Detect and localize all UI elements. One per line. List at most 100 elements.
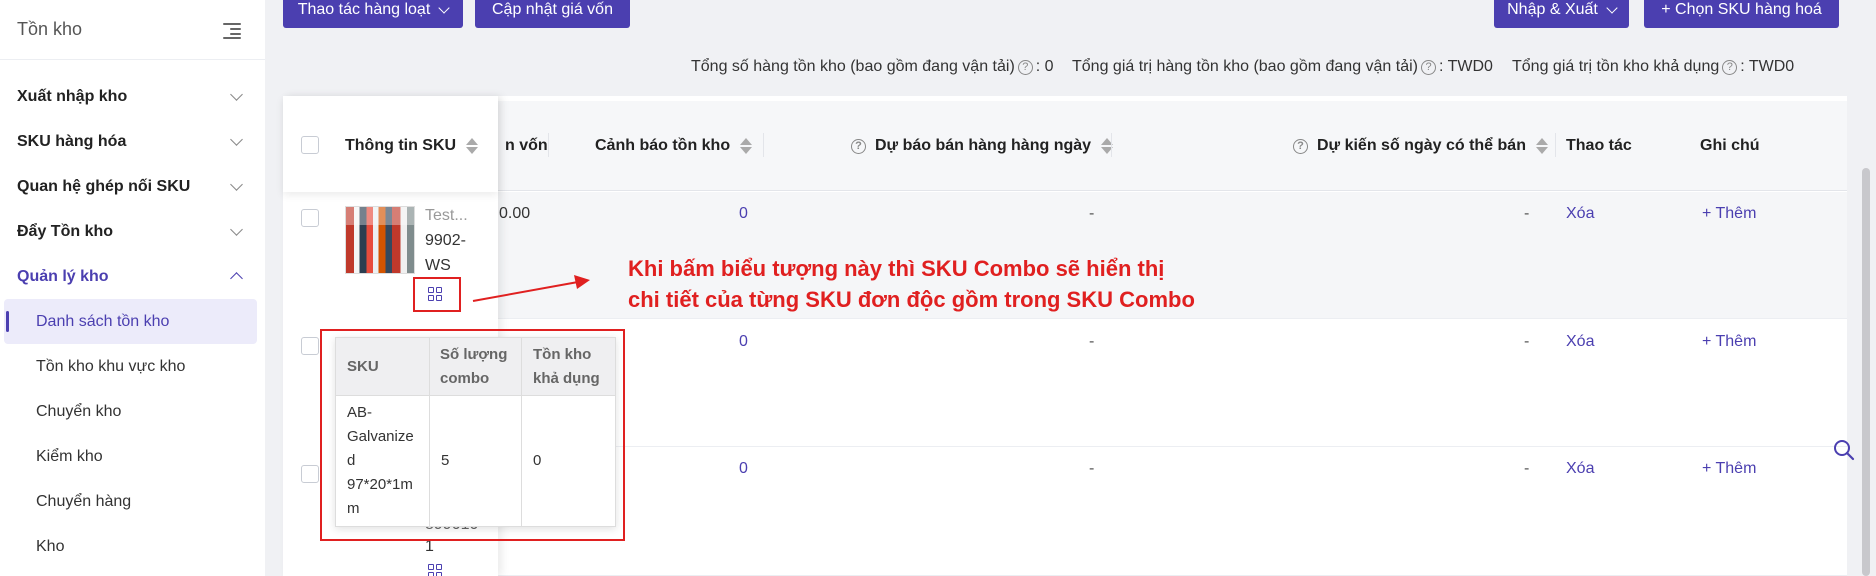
- highlight-box: [320, 329, 625, 541]
- choose-sku-button[interactable]: + Chọn SKU hàng hoá: [1644, 0, 1839, 28]
- sidebar: Tồn kho Xuất nhập kho SKU hàng hóa Quan …: [0, 0, 265, 576]
- header-cost: n vốn: [505, 137, 548, 154]
- sort-icon[interactable]: [740, 138, 753, 154]
- forecast-value: -: [1089, 460, 1095, 477]
- help-icon[interactable]: ?: [1722, 59, 1738, 75]
- help-icon[interactable]: ?: [1293, 138, 1308, 154]
- sku-code: 9902-: [425, 232, 466, 249]
- sidebar-item-label: SKU hàng hóa: [17, 132, 127, 150]
- cost-value: 0.00: [499, 205, 531, 222]
- stock-warning-link[interactable]: 0: [739, 460, 748, 478]
- sidebar-subitem-kiem-kho[interactable]: Kiểm kho: [0, 434, 265, 479]
- sidebar-header: Tồn kho: [0, 0, 265, 60]
- add-note-link[interactable]: + Thêm: [1702, 333, 1756, 351]
- sidebar-subitem-ton-kho-khu-vuc-kho[interactable]: Tồn kho khu vực kho: [0, 344, 265, 389]
- sort-icon[interactable]: [1535, 138, 1548, 154]
- total-stock-label: Tổng số hàng tồn kho (bao gồm đang vận t…: [691, 58, 1015, 75]
- sidebar-item-xuat-nhap-kho[interactable]: Xuất nhập kho: [0, 74, 265, 119]
- header-sku-info[interactable]: Thông tin SKU: [345, 101, 479, 191]
- sidebar-item-label: Quản lý kho: [17, 267, 109, 285]
- sort-icon[interactable]: [466, 138, 479, 154]
- header-sku-info-label: Thông tin SKU: [345, 137, 457, 154]
- available-value-label: Tổng giá trị tồn kho khả dụng: [1512, 58, 1720, 75]
- update-cost-label: Cập nhật giá vốn: [492, 1, 613, 18]
- sidebar-item-day-ton-kho[interactable]: Đẩy Tồn kho: [0, 209, 265, 254]
- search-icon[interactable]: [1833, 439, 1855, 461]
- header-daily-forecast[interactable]: ? Dự báo bán hàng hàng ngày: [848, 101, 1114, 191]
- row-checkbox[interactable]: [301, 209, 319, 227]
- chevron-down-icon: [230, 177, 243, 191]
- days-value: -: [1524, 205, 1530, 222]
- delete-link[interactable]: Xóa: [1566, 460, 1594, 478]
- available-value-value: : TWD0: [1740, 58, 1795, 75]
- days-value: -: [1524, 333, 1530, 350]
- delete-link[interactable]: Xóa: [1566, 333, 1594, 351]
- help-icon[interactable]: ?: [1421, 59, 1436, 75]
- sidebar-item-sku-hang-hoa[interactable]: SKU hàng hóa: [0, 119, 265, 164]
- bulk-action-label: Thao tác hàng loạt: [297, 1, 431, 18]
- sidebar-item-quan-ly-kho[interactable]: Quản lý kho: [0, 254, 265, 299]
- row-checkbox[interactable]: [301, 465, 319, 483]
- bulk-action-button[interactable]: Thao tác hàng loạt: [283, 0, 463, 28]
- choose-sku-label: + Chọn SKU hàng hoá: [1661, 1, 1822, 18]
- row-checkbox[interactable]: [301, 337, 319, 355]
- table-header: n vốn Cảnh báo tồn kho ? Dự báo bán hàng …: [283, 101, 1847, 191]
- header-notes: Ghi chú: [1700, 137, 1760, 154]
- header-stock-warning[interactable]: Cảnh báo tồn kho: [595, 101, 753, 191]
- available-value-summary: Tổng giá trị tồn kho khả dụng?: TWD0: [1512, 58, 1794, 76]
- import-export-label: Nhập & Xuất: [1507, 1, 1598, 18]
- update-cost-button[interactable]: Cập nhật giá vốn: [475, 0, 630, 28]
- delete-link[interactable]: Xóa: [1566, 205, 1594, 223]
- sku-code: WS: [425, 257, 451, 274]
- sidebar-subitem-chuyen-hang[interactable]: Chuyển hàng: [0, 479, 265, 524]
- sidebar-item-label: Quan hệ ghép nối SKU: [17, 177, 191, 195]
- total-value-label: Tổng giá trị hàng tồn kho (bao gồm đang …: [1072, 58, 1418, 75]
- highlight-box: [413, 277, 461, 312]
- total-value-summary: Tổng giá trị hàng tồn kho (bao gồm đang …: [1072, 58, 1493, 76]
- header-stock-warning-label: Cảnh báo tồn kho: [595, 137, 731, 154]
- sidebar-item-quan-he-ghep-noi-sku[interactable]: Quan hệ ghép nối SKU: [0, 164, 265, 209]
- stock-warning-link[interactable]: 0: [739, 205, 748, 223]
- annotation-line: chi tiết của từng SKU đơn độc gồm trong …: [628, 287, 1195, 312]
- vertical-scrollbar[interactable]: [1862, 168, 1870, 576]
- product-thumbnail: [345, 206, 415, 274]
- help-icon[interactable]: ?: [851, 138, 866, 154]
- arrow-icon: [472, 275, 590, 302]
- total-value-value: : TWD0: [1439, 58, 1493, 75]
- header-daily-forecast-label: Dự báo bán hàng hàng ngày: [875, 137, 1092, 154]
- sidebar-item-label: Xuất nhập kho: [17, 87, 128, 105]
- collapse-sidebar-icon[interactable]: [223, 22, 241, 39]
- chevron-down-icon: [230, 87, 243, 101]
- column-divider: [1555, 133, 1556, 157]
- forecast-value: -: [1089, 333, 1095, 350]
- chevron-down-icon: [230, 132, 243, 146]
- sidebar-subitem-kho[interactable]: Kho: [0, 524, 265, 569]
- help-icon[interactable]: ?: [1017, 59, 1033, 75]
- column-divider: [548, 133, 549, 157]
- sidebar-subitem-chuyen-kho[interactable]: Chuyển kho: [0, 389, 265, 434]
- header-days-sellable[interactable]: ? Dự kiến số ngày có thể bán: [1290, 101, 1548, 191]
- sidebar-title: Tồn kho: [17, 19, 83, 39]
- stock-warning-link[interactable]: 0: [739, 333, 748, 351]
- column-divider: [1111, 133, 1112, 157]
- total-stock-summary: Tổng số hàng tồn kho (bao gồm đang vận t…: [691, 58, 1054, 76]
- chevron-down-icon: [438, 2, 450, 14]
- header-days-sellable-label: Dự kiến số ngày có thể bán: [1317, 137, 1526, 154]
- annotation-line: Khi bấm biểu tượng này thì SKU Combo sẽ …: [628, 256, 1165, 281]
- forecast-value: -: [1089, 205, 1095, 222]
- sidebar-subitem-danh-sach-ton-kho[interactable]: Danh sách tồn kho: [4, 299, 257, 344]
- combo-detail-icon[interactable]: [428, 564, 442, 576]
- add-note-link[interactable]: + Thêm: [1702, 205, 1756, 223]
- annotation-note: Khi bấm biểu tượng này thì SKU Combo sẽ …: [628, 253, 1195, 315]
- sidebar-item-label: Đẩy Tồn kho: [17, 222, 114, 240]
- import-export-button[interactable]: Nhập & Xuất: [1494, 0, 1629, 28]
- sku-info-header-cell: Thông tin SKU: [283, 96, 498, 192]
- select-all-checkbox[interactable]: [301, 136, 319, 154]
- days-value: -: [1524, 460, 1530, 477]
- header-actions: Thao tác: [1566, 137, 1632, 154]
- sku-name[interactable]: Test...: [425, 207, 468, 225]
- add-note-link[interactable]: + Thêm: [1702, 460, 1756, 478]
- chevron-down-icon: [230, 222, 243, 236]
- chevron-down-icon: [1606, 2, 1618, 14]
- column-divider: [763, 133, 764, 157]
